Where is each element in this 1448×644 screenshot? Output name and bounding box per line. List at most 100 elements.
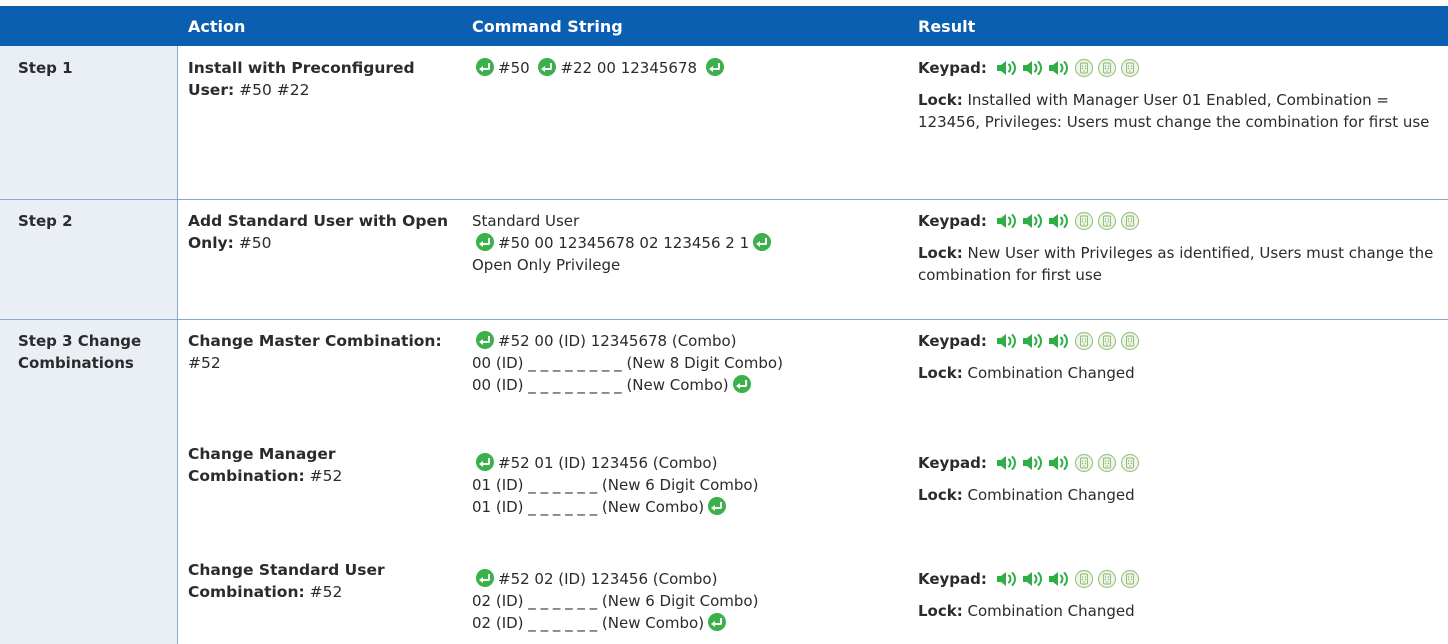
keypad-led-icon	[1074, 569, 1094, 589]
keypad-feedback: Keypad:	[918, 210, 1438, 232]
lock-label: Lock:	[918, 486, 963, 504]
column-divider	[177, 46, 178, 644]
feedback-icons	[993, 211, 1140, 231]
action-cell: Change Master Combination: #52	[188, 330, 448, 374]
result-cell: Keypad: Lock: Installed with Manager Use…	[918, 57, 1438, 133]
result-cell: Keypad: Lock: Combination Changed	[918, 330, 1438, 384]
lock-result: Lock: New User with Privileges as identi…	[918, 242, 1438, 286]
lock-text: Combination Changed	[962, 364, 1135, 382]
lock-result: Lock: Combination Changed	[918, 362, 1438, 384]
enter-key-icon	[705, 58, 724, 76]
header-result: Result	[918, 17, 976, 36]
action-command: #52	[304, 467, 343, 485]
command-pre: Standard User	[472, 212, 580, 230]
result-cell: Keypad: Lock: New User with Privileges a…	[918, 210, 1438, 286]
keypad-led-icon	[1097, 58, 1117, 78]
lock-text: Combination Changed	[962, 486, 1135, 504]
keypad-led-icon	[1074, 211, 1094, 231]
action-title: Change Standard User Combination:	[188, 561, 385, 601]
enter-key-icon	[708, 497, 727, 515]
enter-key-icon	[476, 233, 494, 251]
keypad-led-icon	[1120, 58, 1140, 78]
enter-key-icon	[476, 58, 494, 76]
keypad-led-icon	[1097, 453, 1117, 473]
lock-label: Lock:	[918, 91, 963, 109]
command-text: #50	[498, 59, 530, 77]
command-cell: #52 01 (ID) 123456 (Combo) 01 (ID) _ _ _…	[472, 452, 902, 518]
command-line: 01 (ID) _ _ _ _ _ _ (New 6 Digit Combo)	[472, 476, 759, 494]
lock-text: Installed with Manager User 01 Enabled, …	[918, 91, 1430, 131]
command-line: 00 (ID) _ _ _ _ _ _ _ _ (New Combo)	[472, 376, 729, 394]
command-cell: Standard User #50 00 12345678 02 123456 …	[472, 210, 902, 276]
speaker-beep-icon	[1047, 59, 1071, 77]
keypad-led-icon	[1074, 58, 1094, 78]
feedback-icons	[993, 331, 1140, 351]
speaker-beep-icon	[1047, 454, 1071, 472]
row-divider	[0, 319, 1448, 320]
enter-key-icon	[538, 58, 557, 76]
speaker-beep-icon	[995, 570, 1019, 588]
keypad-led-icon	[1074, 453, 1094, 473]
keypad-feedback: Keypad:	[918, 452, 1438, 474]
command-line: #52 00 (ID) 12345678 (Combo)	[498, 332, 737, 350]
feedback-icons	[993, 58, 1140, 78]
speaker-beep-icon	[995, 332, 1019, 350]
keypad-label: Keypad:	[918, 454, 987, 472]
action-cell: Change Manager Combination: #52	[188, 443, 448, 487]
lock-result: Lock: Installed with Manager User 01 Ena…	[918, 89, 1438, 133]
action-cell: Add Standard User with Open Only: #50	[188, 210, 448, 254]
action-title: Add Standard User with Open Only:	[188, 212, 448, 252]
speaker-beep-icon	[1047, 570, 1071, 588]
header-command: Command String	[472, 17, 623, 36]
command-line: 01 (ID) _ _ _ _ _ _ (New Combo)	[472, 498, 705, 516]
speaker-beep-icon	[1047, 212, 1071, 230]
keypad-led-icon	[1120, 211, 1140, 231]
keypad-label: Keypad:	[918, 570, 987, 588]
keypad-led-icon	[1120, 569, 1140, 589]
speaker-beep-icon	[1021, 332, 1045, 350]
feedback-icons	[993, 453, 1140, 473]
lock-label: Lock:	[918, 602, 963, 620]
command-line: #52 02 (ID) 123456 (Combo)	[498, 570, 718, 588]
keypad-led-icon	[1074, 331, 1094, 351]
lock-label: Lock:	[918, 364, 963, 382]
command-cell: #52 02 (ID) 123456 (Combo) 02 (ID) _ _ _…	[472, 568, 902, 634]
speaker-beep-icon	[1021, 454, 1045, 472]
action-cell: Change Standard User Combination: #52	[188, 559, 448, 603]
enter-key-icon	[476, 569, 494, 587]
action-command: #52	[304, 583, 343, 601]
step-label: Step 2	[18, 212, 73, 230]
command-post: Open Only Privilege	[472, 256, 621, 274]
command-line: 00 (ID) _ _ _ _ _ _ _ _ (New 8 Digit Com…	[472, 354, 783, 372]
action-command: #50	[233, 234, 272, 252]
lock-result: Lock: Combination Changed	[918, 484, 1438, 506]
keypad-label: Keypad:	[918, 59, 987, 77]
speaker-beep-icon	[995, 59, 1019, 77]
feedback-icons	[993, 569, 1140, 589]
action-command: #50 #22	[234, 81, 310, 99]
keypad-led-icon	[1097, 211, 1117, 231]
keypad-feedback: Keypad:	[918, 330, 1438, 352]
enter-key-icon	[476, 331, 494, 349]
command-cell: #52 00 (ID) 12345678 (Combo) 00 (ID) _ _…	[472, 330, 902, 396]
command-line: 02 (ID) _ _ _ _ _ _ (New Combo)	[472, 614, 705, 632]
action-cell: Install with Preconfigured User: #50 #22	[188, 57, 448, 101]
speaker-beep-icon	[1021, 59, 1045, 77]
enter-key-icon	[476, 453, 494, 471]
enter-key-icon	[732, 375, 751, 393]
keypad-led-icon	[1097, 331, 1117, 351]
enter-key-icon	[708, 613, 727, 631]
keypad-feedback: Keypad:	[918, 57, 1438, 79]
table-header: Action Command String Result	[0, 6, 1448, 46]
keypad-label: Keypad:	[918, 212, 987, 230]
lock-text: New User with Privileges as identified, …	[918, 244, 1434, 284]
command-line: #52 01 (ID) 123456 (Combo)	[498, 454, 718, 472]
keypad-led-icon	[1097, 569, 1117, 589]
speaker-beep-icon	[995, 454, 1019, 472]
command-text: #22 00 12345678	[560, 59, 698, 77]
keypad-led-icon	[1120, 331, 1140, 351]
speaker-beep-icon	[1047, 332, 1071, 350]
result-cell: Keypad: Lock: Combination Changed	[918, 452, 1438, 506]
lock-label: Lock:	[918, 244, 963, 262]
step-label: Step 1	[18, 59, 73, 77]
